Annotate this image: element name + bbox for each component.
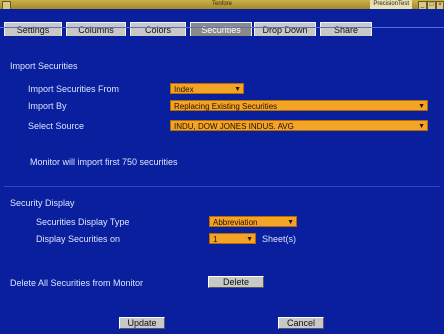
tab-colors[interactable]: Colors bbox=[130, 22, 186, 36]
import-note: Monitor will import first 750 securities bbox=[30, 157, 178, 167]
window-status-label: PrecisionTest bbox=[370, 0, 412, 9]
tab-securities[interactable]: Securities bbox=[190, 22, 252, 36]
chevron-down-icon: ▼ bbox=[287, 219, 294, 226]
display-on-label: Display Securities on bbox=[36, 234, 121, 244]
import-from-value: Index bbox=[174, 85, 194, 94]
section-divider bbox=[4, 186, 440, 187]
title-bar: Tenfore PrecisionTest _ □ × bbox=[0, 0, 444, 10]
display-heading: Security Display bbox=[10, 198, 75, 208]
tab-divider bbox=[0, 27, 444, 28]
import-by-label: Import By bbox=[28, 101, 67, 111]
select-source-value: INDU, DOW JONES INDUS. AVG bbox=[174, 122, 294, 131]
display-type-label: Securities Display Type bbox=[36, 217, 130, 227]
tab-drop-down[interactable]: Drop Down bbox=[254, 22, 316, 36]
tab-settings[interactable]: Settings bbox=[4, 22, 62, 36]
delete-button[interactable]: Delete bbox=[208, 276, 264, 288]
sheets-label: Sheet(s) bbox=[262, 234, 297, 244]
tab-columns[interactable]: Columns bbox=[66, 22, 126, 36]
chevron-down-icon: ▼ bbox=[418, 103, 425, 110]
display-on-value: 1 bbox=[213, 235, 218, 244]
display-type-value: Abbreviation bbox=[213, 218, 258, 227]
select-source-select[interactable]: INDU, DOW JONES INDUS. AVG ▼ bbox=[170, 120, 428, 131]
import-by-select[interactable]: Replacing Existing Securities ▼ bbox=[170, 100, 428, 111]
display-on-select[interactable]: 1 ▼ bbox=[209, 233, 256, 244]
update-button[interactable]: Update bbox=[119, 317, 165, 329]
import-heading: Import Securities bbox=[10, 61, 78, 71]
display-type-select[interactable]: Abbreviation ▼ bbox=[209, 216, 297, 227]
import-by-value: Replacing Existing Securities bbox=[174, 102, 278, 111]
select-source-label: Select Source bbox=[28, 121, 85, 131]
import-from-label: Import Securities From bbox=[28, 84, 120, 94]
delete-label: Delete All Securities from Monitor bbox=[10, 278, 144, 288]
cancel-button[interactable]: Cancel bbox=[278, 317, 324, 329]
tab-share[interactable]: Share bbox=[320, 22, 372, 36]
chevron-down-icon: ▼ bbox=[246, 236, 253, 243]
import-from-select[interactable]: Index ▼ bbox=[170, 83, 244, 94]
chevron-down-icon: ▼ bbox=[234, 86, 241, 93]
chevron-down-icon: ▼ bbox=[418, 123, 425, 130]
